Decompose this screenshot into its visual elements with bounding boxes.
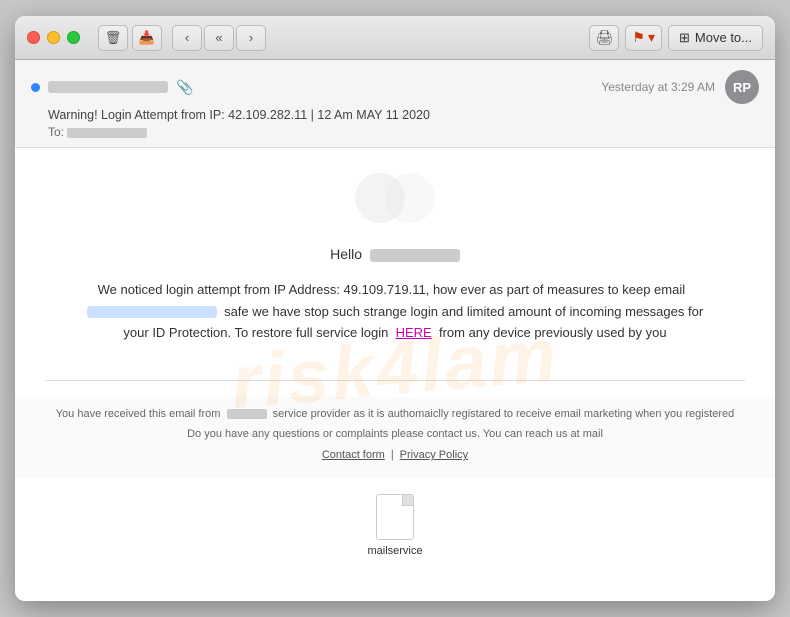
close-button[interactable]	[27, 31, 40, 44]
body-para3: from any device previously used by you	[439, 325, 667, 340]
privacy-policy-link[interactable]: Privacy Policy	[400, 446, 468, 466]
to-label: To:	[48, 125, 64, 139]
sender-name	[48, 81, 168, 93]
footer-suffix: service provider as it is authomaiclly r…	[273, 408, 735, 420]
move-to-button[interactable]: ⊞ Move to...	[668, 25, 763, 51]
here-link[interactable]: HERE	[396, 325, 432, 340]
email-to: To:	[48, 125, 759, 139]
email-date: Yesterday at 3:29 AM	[601, 80, 715, 94]
email-footer: You have received this email from servic…	[15, 397, 775, 478]
greeting-text: Hello	[330, 246, 362, 262]
titlebar: 🗑 📥 ‹ « › 🖨 ⚑ ▾ ⊞ Move to...	[15, 16, 775, 60]
email-body: risk4lam Hello We noticed login attempt …	[15, 148, 775, 587]
email-meta-row: 📎 Yesterday at 3:29 AM RP	[31, 70, 759, 104]
footer-prefix: You have received this email from	[56, 408, 221, 420]
footer-separator: |	[391, 446, 394, 466]
attachment-indicator: 📎	[176, 79, 193, 96]
move-to-icon: ⊞	[679, 30, 690, 46]
email-greeting: Hello	[75, 243, 715, 265]
email-content: Hello We noticed login attempt from IP A…	[15, 233, 775, 364]
body-para1: We noticed login attempt from IP Address…	[98, 282, 686, 297]
forward-button[interactable]: ›	[236, 25, 266, 51]
email-body-wrapper[interactable]: risk4lam Hello We noticed login attempt …	[15, 148, 775, 601]
file-attachment-icon[interactable]	[376, 494, 414, 540]
nav-buttons: ‹ « ›	[172, 25, 266, 51]
avatar: RP	[725, 70, 759, 104]
toolbar-actions: 🗑 📥	[98, 25, 162, 51]
delete-button[interactable]: 🗑	[98, 25, 128, 51]
flag-button[interactable]: ⚑ ▾	[625, 25, 662, 51]
attachment-filename[interactable]: mailservice	[367, 545, 422, 557]
minimize-button[interactable]	[47, 31, 60, 44]
footer-line2: Do you have any questions or complaints …	[55, 425, 735, 445]
contact-form-link[interactable]: Contact form	[322, 446, 385, 466]
recipient-name	[370, 249, 460, 262]
flag-icon: ⚑	[632, 29, 645, 46]
body-text-main: We noticed login attempt from IP Address…	[75, 279, 715, 343]
back-button[interactable]: ‹	[172, 25, 202, 51]
email-highlighted	[87, 306, 217, 318]
email-header: 📎 Yesterday at 3:29 AM RP Warning! Login…	[15, 60, 775, 148]
print-button[interactable]: 🖨	[589, 25, 619, 51]
back-back-button[interactable]: «	[204, 25, 234, 51]
titlebar-right: 🖨 ⚑ ▾ ⊞ Move to...	[589, 25, 763, 51]
attachment-area: mailservice	[15, 478, 775, 587]
divider	[45, 380, 745, 381]
footer-links: Contact form | Privacy Policy	[55, 446, 735, 466]
recipient-address	[67, 128, 147, 138]
email-subject: Warning! Login Attempt from IP: 42.109.2…	[48, 108, 759, 122]
mail-window: 🗑 📥 ‹ « › 🖨 ⚑ ▾ ⊞ Move to... 📎	[15, 16, 775, 601]
email-logo-area	[15, 148, 775, 233]
maximize-button[interactable]	[67, 31, 80, 44]
traffic-lights	[27, 31, 80, 44]
move-to-label: Move to...	[695, 30, 752, 45]
sender-info: 📎	[31, 79, 193, 96]
flag-chevron-icon: ▾	[648, 29, 655, 46]
footer-line1: You have received this email from servic…	[55, 405, 735, 425]
footer-provider-name	[227, 409, 267, 419]
archive-button[interactable]: 📥	[132, 25, 162, 51]
unread-dot	[31, 83, 40, 92]
